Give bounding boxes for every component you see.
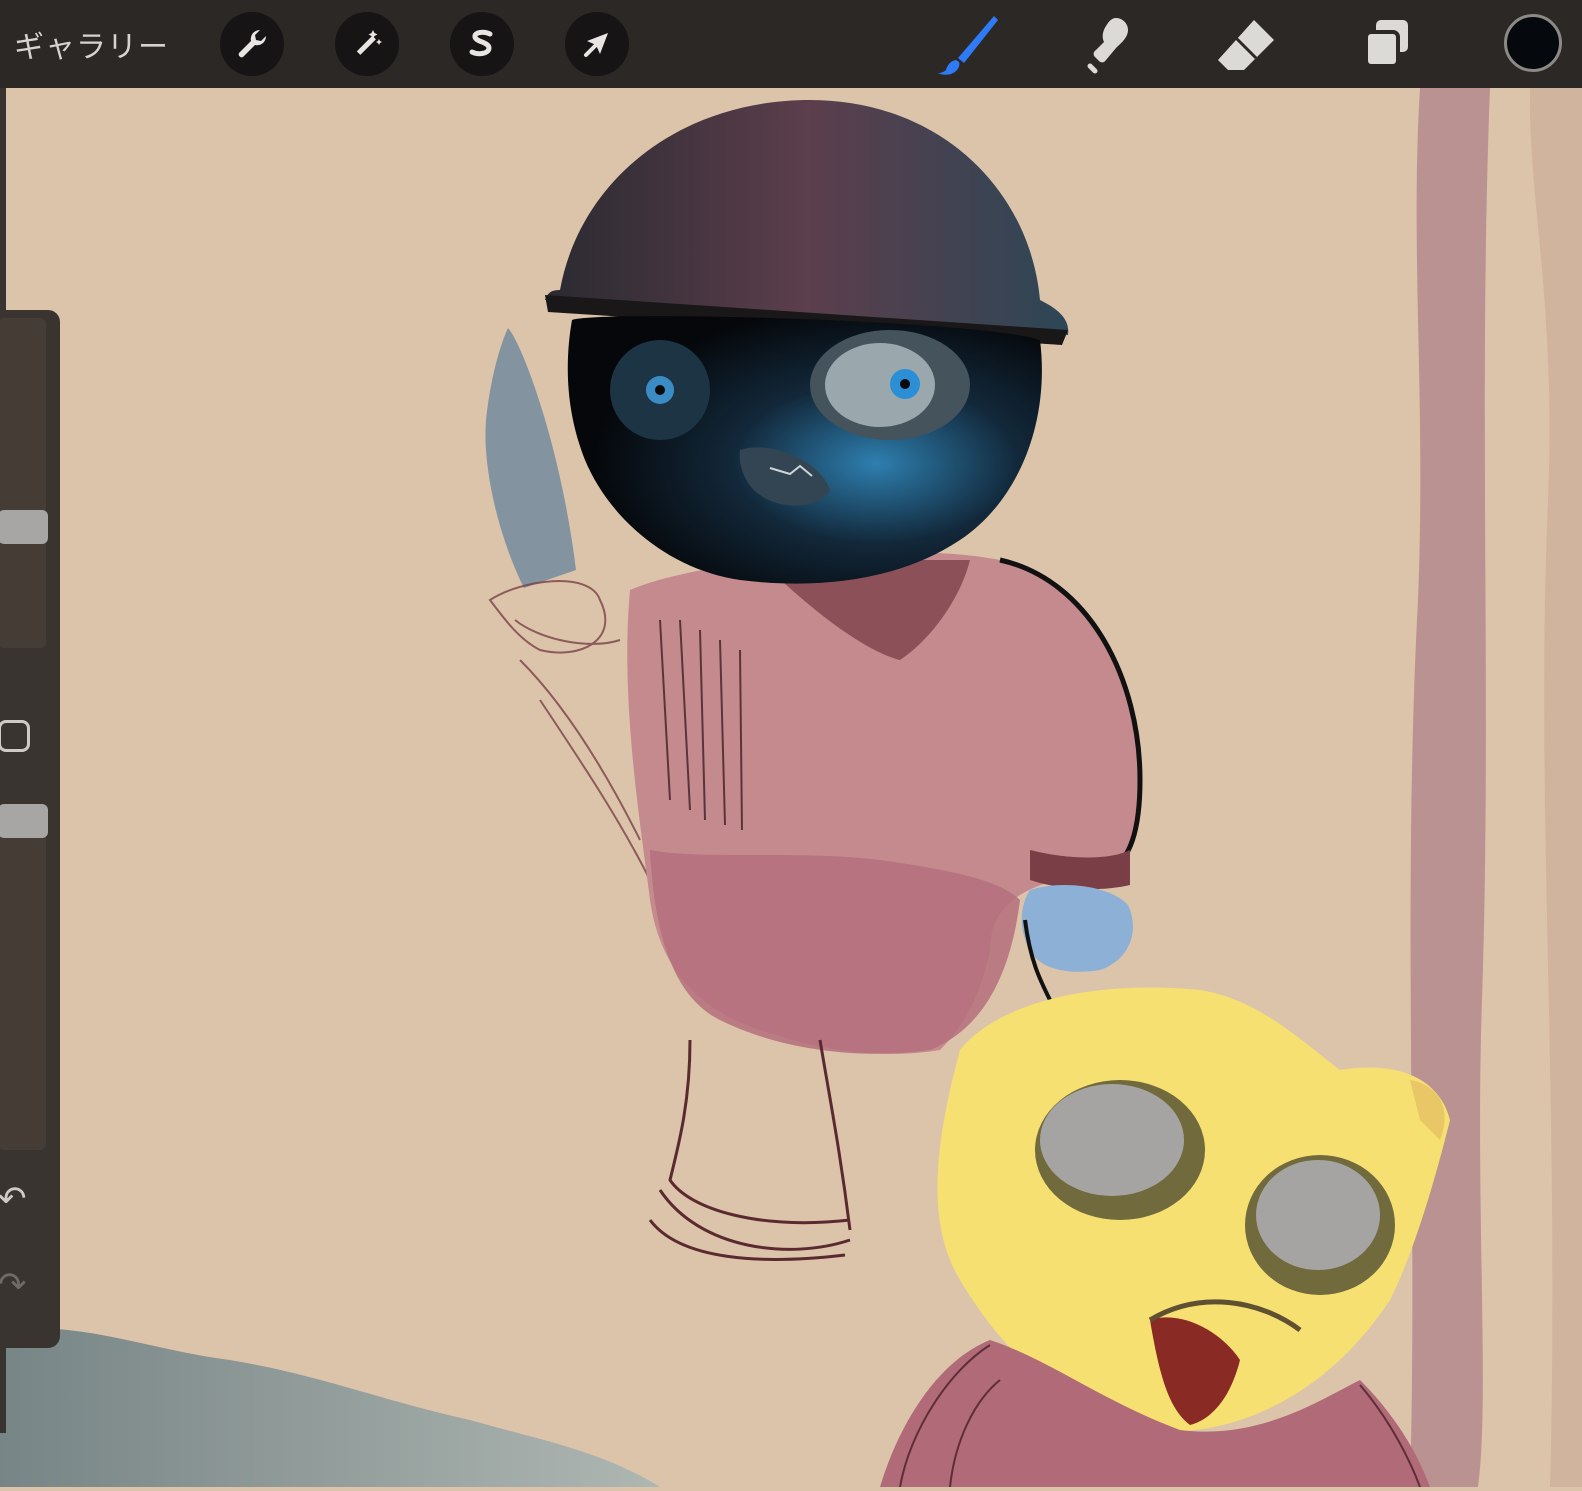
arrow-cursor-icon: [584, 33, 608, 57]
eraser-icon: [1218, 20, 1274, 70]
wrench-icon: [238, 29, 267, 58]
brush-icon: [938, 16, 998, 75]
layers-button[interactable]: [1350, 14, 1422, 74]
top-toolbar: ギャラリー: [0, 0, 1582, 88]
selection-button[interactable]: [450, 12, 514, 76]
modify-square-icon[interactable]: [0, 720, 30, 752]
magic-wand-icon: [356, 30, 382, 55]
selection-s-icon: [469, 29, 493, 57]
brush-size-handle[interactable]: [0, 510, 48, 545]
smudge-tool-button[interactable]: [1072, 14, 1144, 74]
opacity-handle[interactable]: [0, 804, 48, 839]
drawing-canvas[interactable]: [0, 88, 1582, 1488]
redo-icon[interactable]: ↷: [0, 1268, 27, 1302]
current-color-swatch[interactable]: [1504, 14, 1562, 72]
gallery-button[interactable]: ギャラリー: [14, 22, 169, 66]
brush-tool-button[interactable]: [932, 14, 1004, 75]
adjustments-button[interactable]: [335, 12, 399, 76]
actions-button[interactable]: [220, 12, 284, 76]
brush-sidebar: ↶ ↷: [0, 310, 60, 1348]
transform-button[interactable]: [565, 12, 629, 76]
undo-icon[interactable]: ↶: [0, 1182, 27, 1216]
artwork-illustration: [0, 88, 1582, 1488]
brush-size-slider[interactable]: [0, 318, 46, 648]
layers-icon: [1364, 20, 1408, 68]
smudge-finger-icon: [1087, 18, 1128, 74]
opacity-slider[interactable]: [0, 810, 46, 1150]
eraser-tool-button[interactable]: [1210, 14, 1282, 74]
